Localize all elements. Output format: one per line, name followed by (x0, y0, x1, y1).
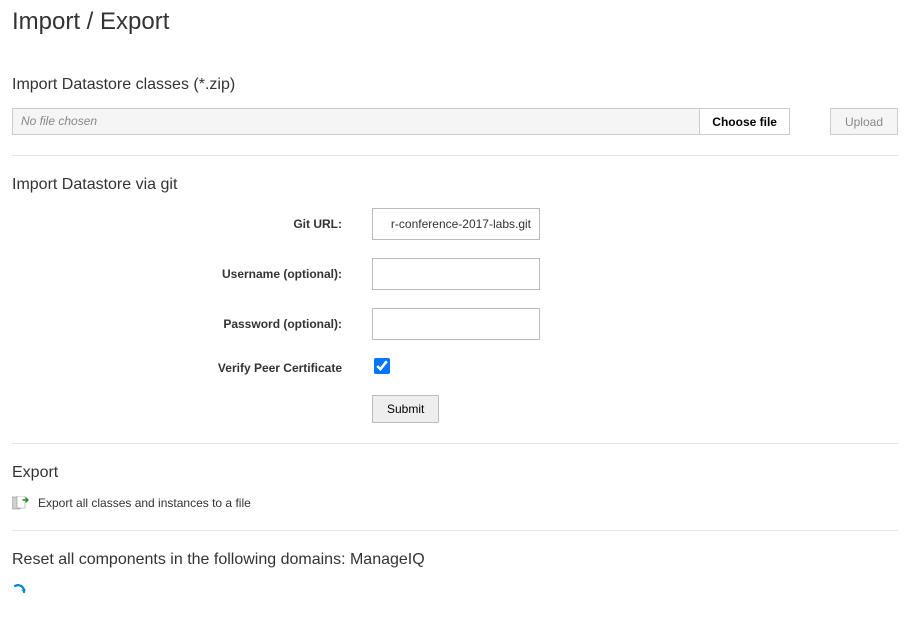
file-chosen-display: No file chosen (12, 108, 700, 135)
export-heading: Export (12, 464, 898, 482)
export-section: Export Export all classes and instances … (12, 464, 898, 510)
export-all-link[interactable]: Export all classes and instances to a fi… (38, 496, 251, 510)
git-username-label: Username (optional): (12, 267, 372, 281)
divider (12, 530, 898, 531)
git-password-input[interactable] (372, 308, 540, 340)
divider (12, 155, 898, 156)
verify-peer-label: Verify Peer Certificate (12, 361, 372, 375)
export-file-icon[interactable] (12, 496, 30, 510)
git-url-input[interactable] (372, 208, 540, 240)
choose-file-button[interactable]: Choose file (700, 108, 790, 135)
page-title: Import / Export (12, 8, 898, 36)
import-zip-heading: Import Datastore classes (*.zip) (12, 76, 898, 94)
reset-arrow-icon[interactable] (12, 583, 28, 599)
submit-button[interactable]: Submit (372, 395, 439, 423)
git-password-label: Password (optional): (12, 317, 372, 331)
reset-section: Reset all components in the following do… (12, 551, 898, 602)
upload-button[interactable]: Upload (830, 108, 898, 135)
import-git-section: Import Datastore via git Git URL: Userna… (12, 176, 898, 423)
verify-peer-checkbox[interactable] (374, 358, 390, 374)
git-url-label: Git URL: (12, 217, 372, 231)
divider (12, 443, 898, 444)
git-username-input[interactable] (372, 258, 540, 290)
reset-heading: Reset all components in the following do… (12, 551, 898, 569)
import-zip-section: Import Datastore classes (*.zip) No file… (12, 76, 898, 135)
import-git-heading: Import Datastore via git (12, 176, 898, 194)
